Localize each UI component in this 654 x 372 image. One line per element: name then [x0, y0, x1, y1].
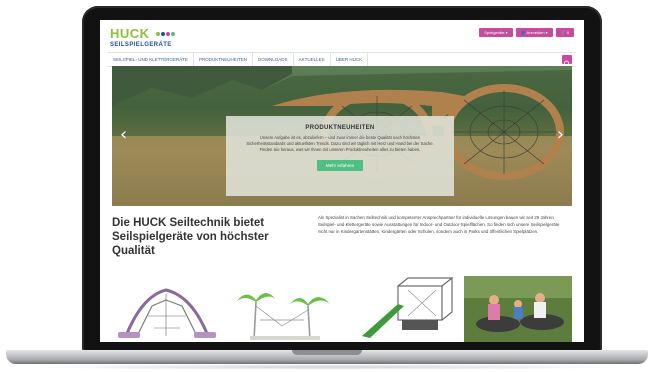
logo-dot: [161, 32, 166, 36]
logo-dot: [156, 32, 161, 36]
hero-slider: ‹ › PRODUKTNEUHEITEN Unsere Aufgabe ist …: [112, 66, 572, 206]
product-image: [464, 276, 572, 342]
huck-logo[interactable]: HUCK SEILSPIELGERÄTE: [110, 23, 176, 48]
nav-item-seilspiel[interactable]: SEILSPIEL- UND KLETTERGERÄTE: [108, 53, 195, 66]
cart-button[interactable]: 🛒 0: [555, 28, 574, 37]
product-card[interactable]: [348, 276, 456, 342]
hero-text: Unsere Aufgabe ist es, abzuliefern – und…: [246, 135, 434, 153]
nav-item-aktuelles[interactable]: AKTUELLES: [294, 53, 331, 66]
login-button[interactable]: 👤 Anmelden ▾: [515, 28, 553, 37]
hero-card: PRODUKTNEUHEITEN Unsere Aufgabe ist es, …: [226, 116, 454, 196]
logo-brand: HUCK: [110, 26, 150, 41]
product-image: [362, 277, 454, 338]
product-image: [118, 288, 216, 338]
header-actions: Spielgeräte ▾ 👤 Anmelden ▾ 🛒 0: [479, 28, 574, 37]
logo-subline: SEILSPIELGERÄTE: [110, 42, 172, 48]
hero-more-button[interactable]: Mehr erfahren: [316, 159, 364, 171]
search-button[interactable]: [562, 55, 572, 67]
hero-next-arrow[interactable]: ›: [557, 126, 564, 144]
logo-dot: [166, 32, 171, 36]
intro-heading: Die HUCK Seiltechnik bietet Seilspielger…: [112, 217, 269, 257]
laptop-shadow: [20, 364, 634, 370]
hero-prev-arrow[interactable]: ‹: [120, 126, 127, 144]
nav-item-produktneuheiten[interactable]: PRODUKTNEUHEITEN: [194, 53, 254, 66]
product-card[interactable]: [112, 276, 220, 342]
intro-text: Als Spezialist in Sachen Seiltechnik und…: [318, 215, 560, 234]
main-nav: SEILSPIEL- UND KLETTERGERÄTE PRODUKTNEUH…: [108, 52, 576, 67]
products-dropdown-button[interactable]: Spielgeräte ▾: [479, 28, 513, 37]
nav-item-downloads[interactable]: DOWNLOADS: [253, 53, 294, 66]
nav-item-ueber-huck[interactable]: ÜBER HUCK: [331, 53, 369, 66]
product-teasers: [112, 276, 572, 342]
logo-dot: [171, 32, 176, 36]
laptop-screen: HUCK SEILSPIELGERÄTE Spielgeräte ▾ 👤 Anm…: [100, 20, 584, 342]
site-header: HUCK SEILSPIELGERÄTE Spielgeräte ▾ 👤 Anm…: [100, 20, 584, 52]
hero-title: PRODUKTNEUHEITEN: [305, 125, 375, 131]
product-image: [236, 293, 330, 341]
product-card[interactable]: [230, 276, 338, 342]
logo-dots: [156, 23, 176, 41]
product-card[interactable]: [464, 276, 572, 342]
laptop-notch: [292, 350, 362, 355]
